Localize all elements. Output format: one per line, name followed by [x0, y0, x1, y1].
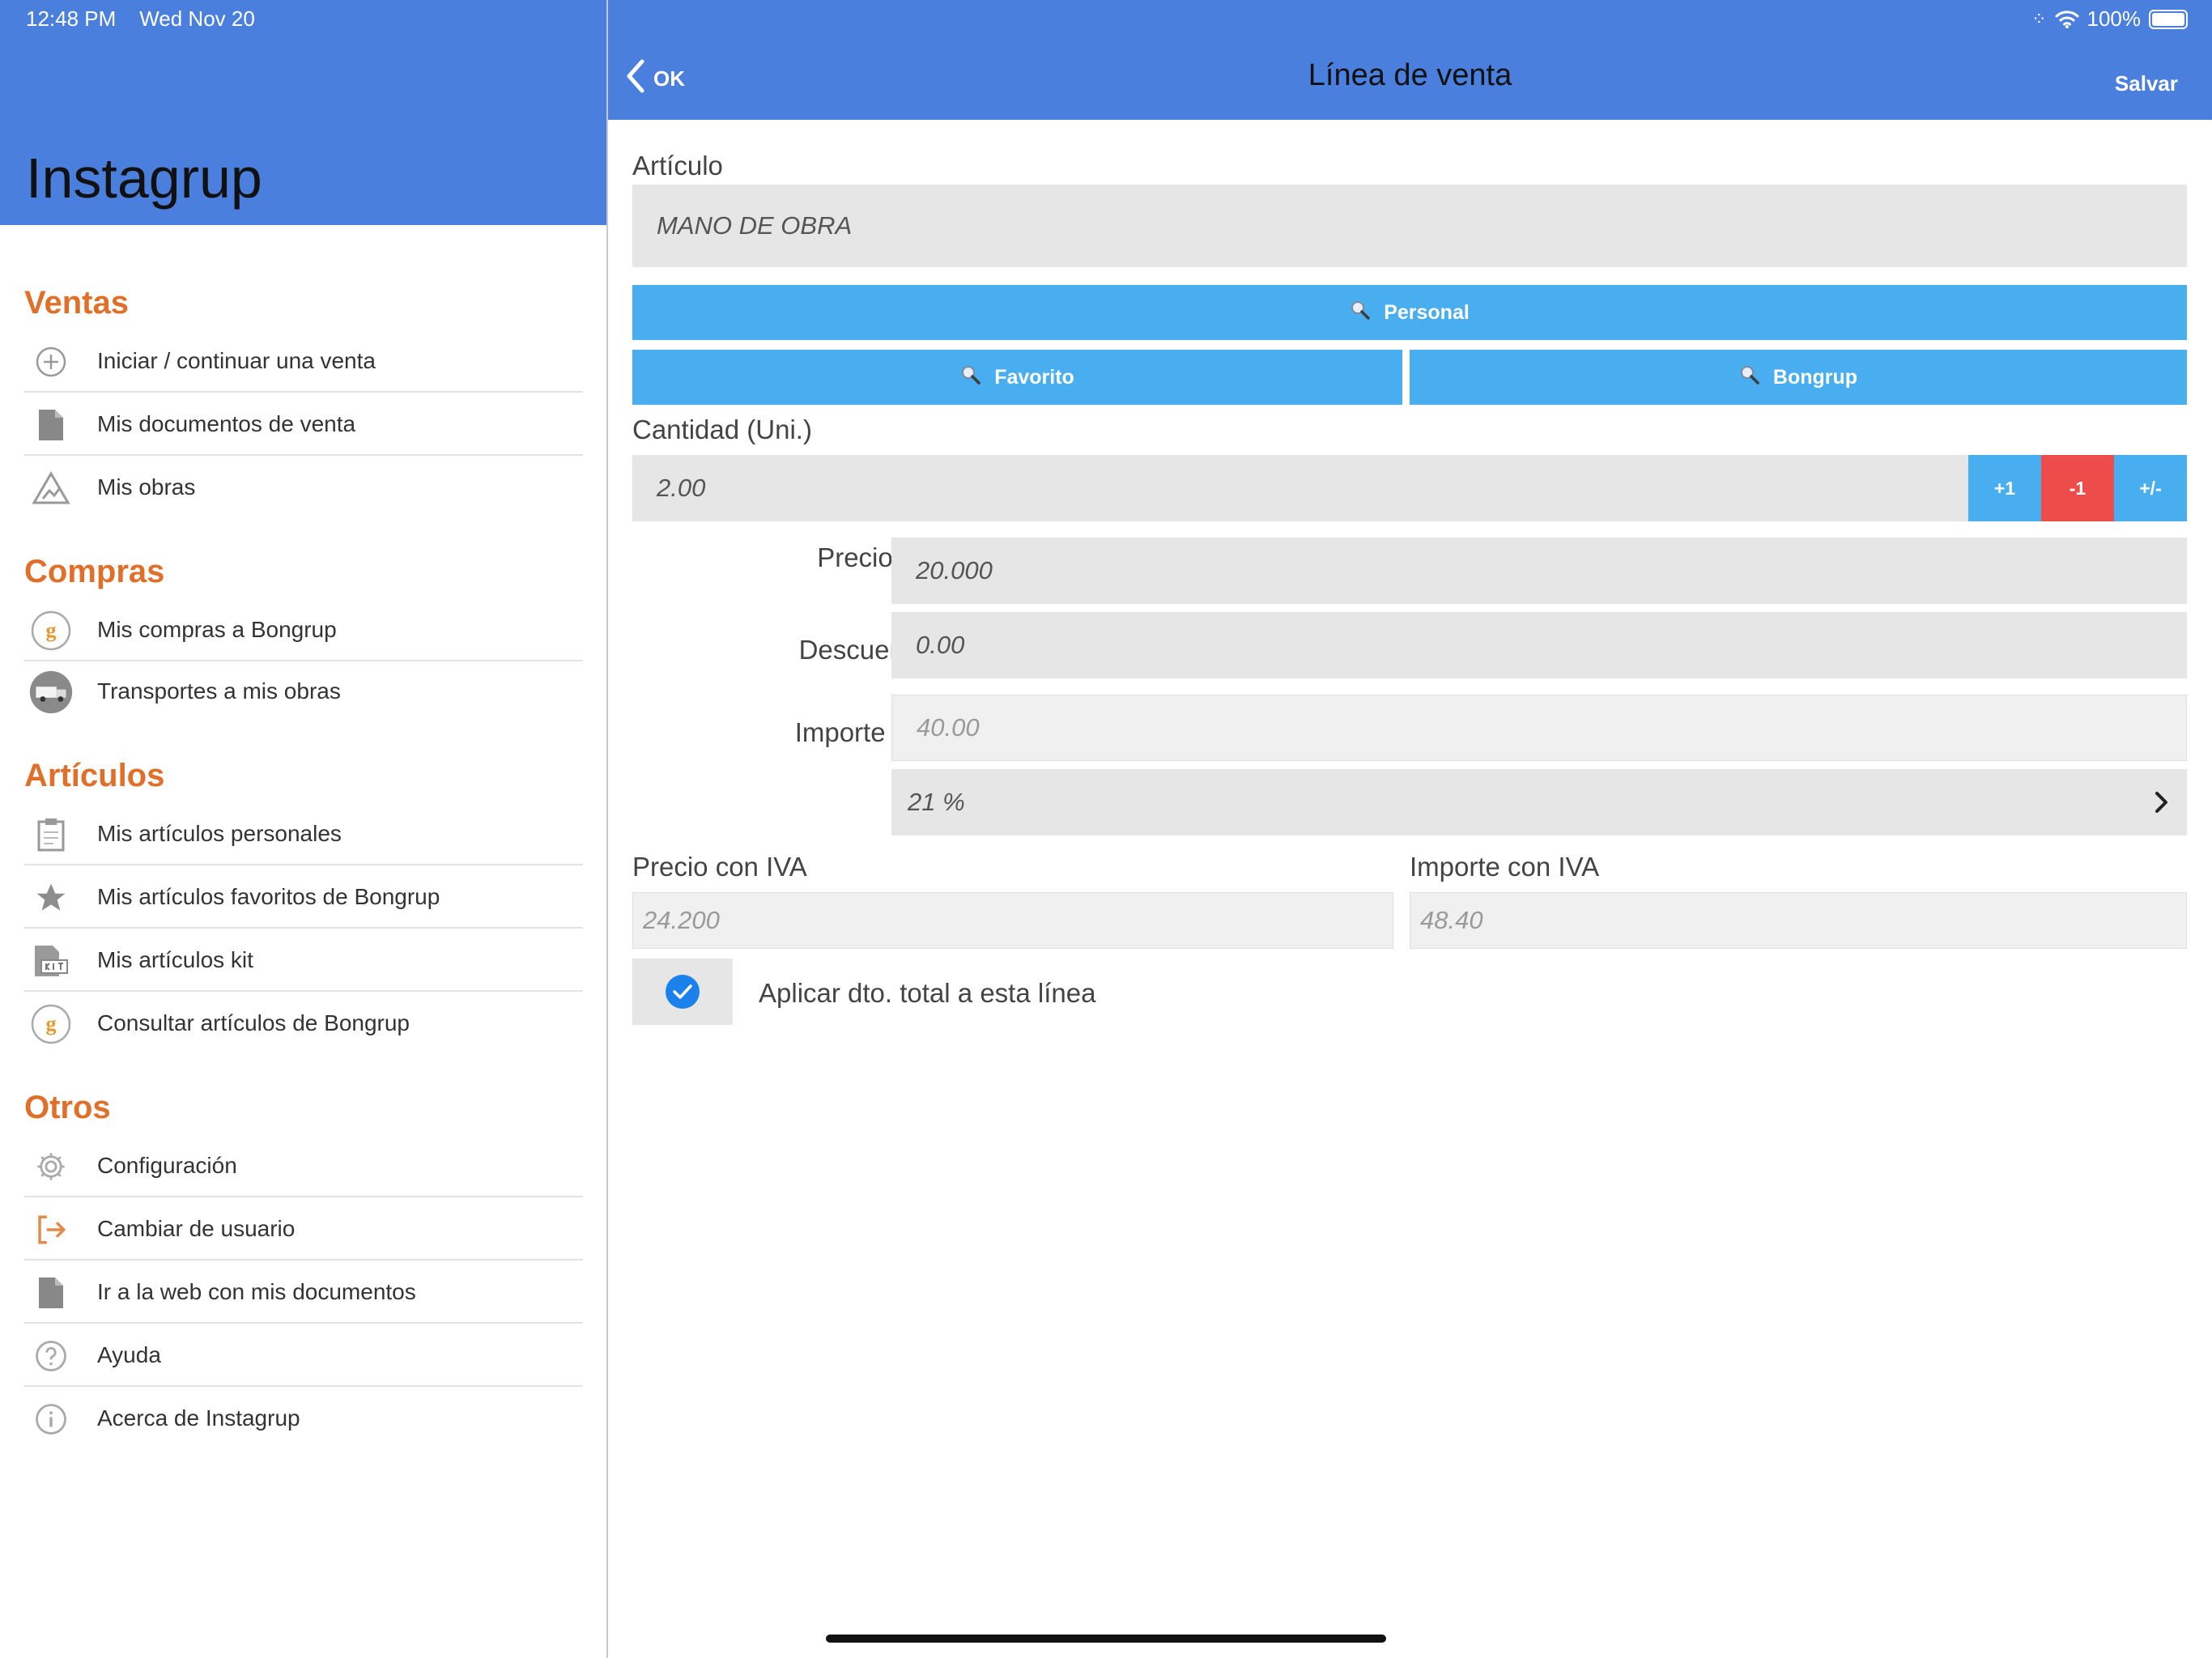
document-icon [29, 403, 73, 447]
menu-item-iniciar-venta[interactable]: Iniciar / continuar una venta [24, 330, 583, 393]
importe-con-iva-field: 48.40 [1410, 892, 2187, 949]
menu-item-articulos-kit[interactable]: Mis artículos kit [24, 929, 583, 992]
svg-text:g: g [46, 1012, 57, 1035]
minus-button-shadow [2104, 523, 2109, 528]
iva-selector[interactable]: 21 % [891, 769, 2187, 835]
menu-label: Configuración [97, 1153, 237, 1178]
search-icon [1350, 300, 1371, 326]
clipboard-icon [29, 813, 73, 857]
search-icon [1739, 364, 1760, 391]
menu-label: Consultar artículos de Bongrup [97, 1010, 410, 1035]
save-button[interactable]: Salvar [2115, 71, 2178, 96]
section-title-compras: Compras [24, 554, 165, 589]
menu-label: Cambiar de usuario [97, 1216, 296, 1241]
toggle-sign-button[interactable]: +/- [2114, 455, 2187, 521]
checkmark-icon [666, 975, 700, 1009]
articulo-label: Artículo [632, 151, 723, 181]
help-icon [29, 1334, 73, 1378]
favorito-search-button[interactable]: Favorito [632, 350, 1402, 405]
bongrup-search-button[interactable]: Bongrup [1410, 350, 2187, 405]
menu-item-articulos-personales[interactable]: Mis artículos personales [24, 803, 583, 865]
menu-label: Transportes a mis obras [97, 678, 341, 704]
plus-circle-icon [29, 340, 73, 384]
status-time: 12:48 PM [26, 6, 117, 31]
menu-item-transportes[interactable]: Transportes a mis obras [24, 661, 583, 723]
page-title: Línea de venta [1308, 58, 1512, 92]
importe-con-iva-label: Importe con IVA [1410, 852, 1600, 882]
svg-text:g: g [46, 619, 57, 642]
bongrup-label: Bongrup [1772, 365, 1858, 389]
aplicar-dto-label: Aplicar dto. total a esta línea [759, 978, 1096, 1008]
menu-label: Mis documentos de venta [97, 411, 356, 436]
wifi-icon [2055, 10, 2078, 28]
sidebar-header: 12:48 PM Wed Nov 20 Instagrup [0, 0, 606, 225]
kit-icon [29, 939, 73, 983]
menu-label: Mis obras [97, 474, 196, 500]
menu-label: Acerca de Instagrup [97, 1405, 300, 1431]
increment-button[interactable]: +1 [1968, 455, 2041, 521]
precio-sin-iva-field[interactable]: 20.000 [891, 538, 2187, 604]
menu-item-documentos-venta[interactable]: Mis documentos de venta [24, 393, 583, 456]
chevron-right-icon [2155, 792, 2167, 813]
menu-label: Mis artículos favoritos de Bongrup [97, 884, 440, 909]
menu-item-web-documentos[interactable]: Ir a la web con mis documentos [24, 1261, 583, 1324]
bongrup-logo-icon: g [29, 609, 73, 653]
main-panel: ⁘ 100% OK Línea de venta Salvar Artículo… [608, 0, 2212, 1658]
menu-item-compras-bongrup[interactable]: g Mis compras a Bongrup [24, 599, 583, 661]
construction-icon [29, 466, 73, 510]
menu-label: Mis artículos kit [97, 947, 253, 972]
menu-item-configuracion[interactable]: Configuración [24, 1135, 583, 1197]
descuento-field[interactable]: 0.00 [891, 612, 2187, 678]
app-title: Instagrup [26, 147, 262, 210]
status-indicators: ⁘ 100% [2031, 6, 2188, 32]
gear-icon [29, 1145, 73, 1188]
status-time-date: 12:48 PM Wed Nov 20 [26, 6, 255, 32]
favorito-label: Favorito [994, 365, 1074, 389]
precio-con-iva-label: Precio con IVA [632, 852, 807, 882]
section-title-ventas: Ventas [24, 285, 129, 321]
menu-label: Iniciar / continuar una venta [97, 348, 376, 373]
star-icon [29, 876, 73, 920]
logout-icon [29, 1208, 73, 1252]
menu-label: Mis artículos personales [97, 821, 342, 846]
info-icon [29, 1397, 73, 1441]
menu-label: Ir a la web con mis documentos [97, 1279, 416, 1304]
menu-item-articulos-favoritos[interactable]: Mis artículos favoritos de Bongrup [24, 866, 583, 929]
truck-icon [29, 670, 73, 714]
battery-icon [2149, 9, 2188, 29]
sidebar: 12:48 PM Wed Nov 20 Instagrup Ventas Ini… [0, 0, 608, 1658]
menu-item-cambiar-usuario[interactable]: Cambiar de usuario [24, 1198, 583, 1261]
articulo-field[interactable]: MANO DE OBRA [632, 185, 2187, 267]
activity-icon: ⁘ [2031, 8, 2047, 29]
menu-item-consultar-articulos[interactable]: g Consultar artículos de Bongrup [24, 993, 583, 1055]
menu-item-mis-obras[interactable]: Mis obras [24, 457, 583, 519]
section-title-articulos: Artículos [24, 758, 165, 793]
status-date: Wed Nov 20 [139, 6, 255, 31]
document-icon [29, 1271, 73, 1315]
personal-label: Personal [1384, 300, 1470, 324]
decrement-button[interactable]: -1 [2041, 455, 2114, 521]
iva-value: 21 % [908, 788, 965, 816]
navbar: ⁘ 100% OK Línea de venta Salvar [608, 0, 2212, 120]
search-icon [960, 364, 981, 391]
home-indicator[interactable] [826, 1635, 1386, 1643]
menu-label: Mis compras a Bongrup [97, 617, 337, 642]
bongrup-logo-icon: g [29, 1002, 73, 1046]
cantidad-label: Cantidad (Uni.) [632, 414, 812, 444]
importe-sin-iva-field: 40.00 [891, 695, 2187, 761]
personal-search-button[interactable]: Personal [632, 285, 2187, 340]
cantidad-field[interactable]: 2.00 [632, 455, 1968, 521]
menu-item-ayuda[interactable]: Ayuda [24, 1324, 583, 1387]
menu-item-acerca-de[interactable]: Acerca de Instagrup [24, 1388, 583, 1450]
section-title-otros: Otros [24, 1090, 111, 1125]
precio-con-iva-field: 24.200 [632, 892, 1393, 949]
menu-label: Ayuda [97, 1342, 161, 1367]
aplicar-dto-checkbox[interactable] [632, 959, 733, 1025]
battery-percent: 100% [2087, 6, 2142, 31]
